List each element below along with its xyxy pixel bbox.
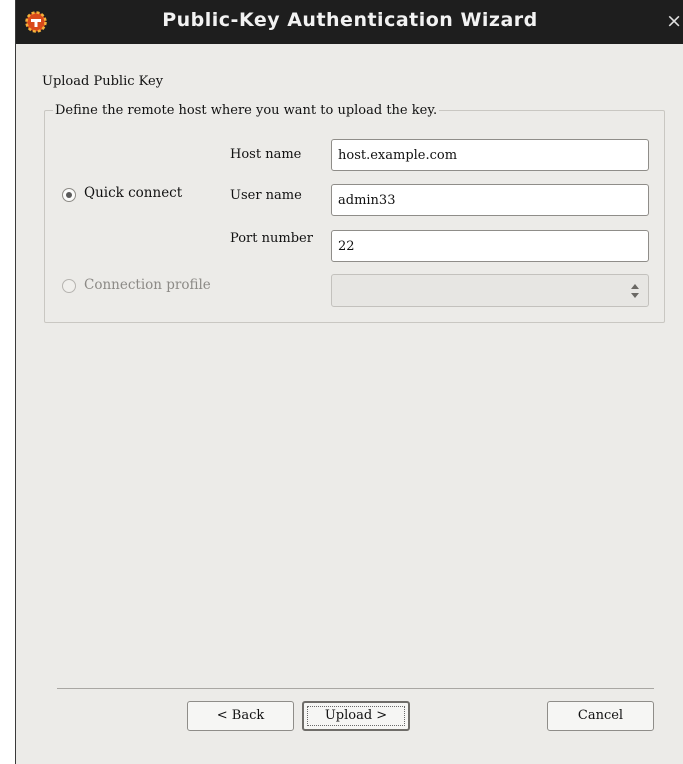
connection-profile-label[interactable]: Connection profile [84,277,211,293]
group-label: Define the remote host where you want to… [55,103,438,118]
port-number-label: Port number [230,231,313,246]
window-title: Public-Key Authentication Wizard [162,9,538,31]
quick-connect-radio[interactable] [62,188,76,202]
host-name-input[interactable]: host.example.com [331,139,649,171]
close-icon[interactable]: × [666,10,682,32]
button-separator [57,688,654,689]
focus-ring [307,706,405,726]
quick-connect-label[interactable]: Quick connect [84,185,182,201]
connection-profile-select[interactable] [331,274,649,307]
page-heading: Upload Public Key [42,74,164,89]
upload-button[interactable]: Upload > [302,701,410,731]
port-number-input[interactable]: 22 [331,230,649,262]
user-name-input[interactable]: admin33 [331,184,649,216]
back-button[interactable]: < Back [187,701,294,731]
title-bar[interactable]: Public-Key Authentication Wizard × [16,0,683,44]
connection-profile-radio[interactable] [62,279,76,293]
spinner-arrows-icon [631,284,639,298]
cancel-button[interactable]: Cancel [547,701,654,731]
user-name-label: User name [230,188,302,203]
host-name-label: Host name [230,147,302,162]
wizard-window: Public-Key Authentication Wizard × Uploa… [15,0,683,764]
